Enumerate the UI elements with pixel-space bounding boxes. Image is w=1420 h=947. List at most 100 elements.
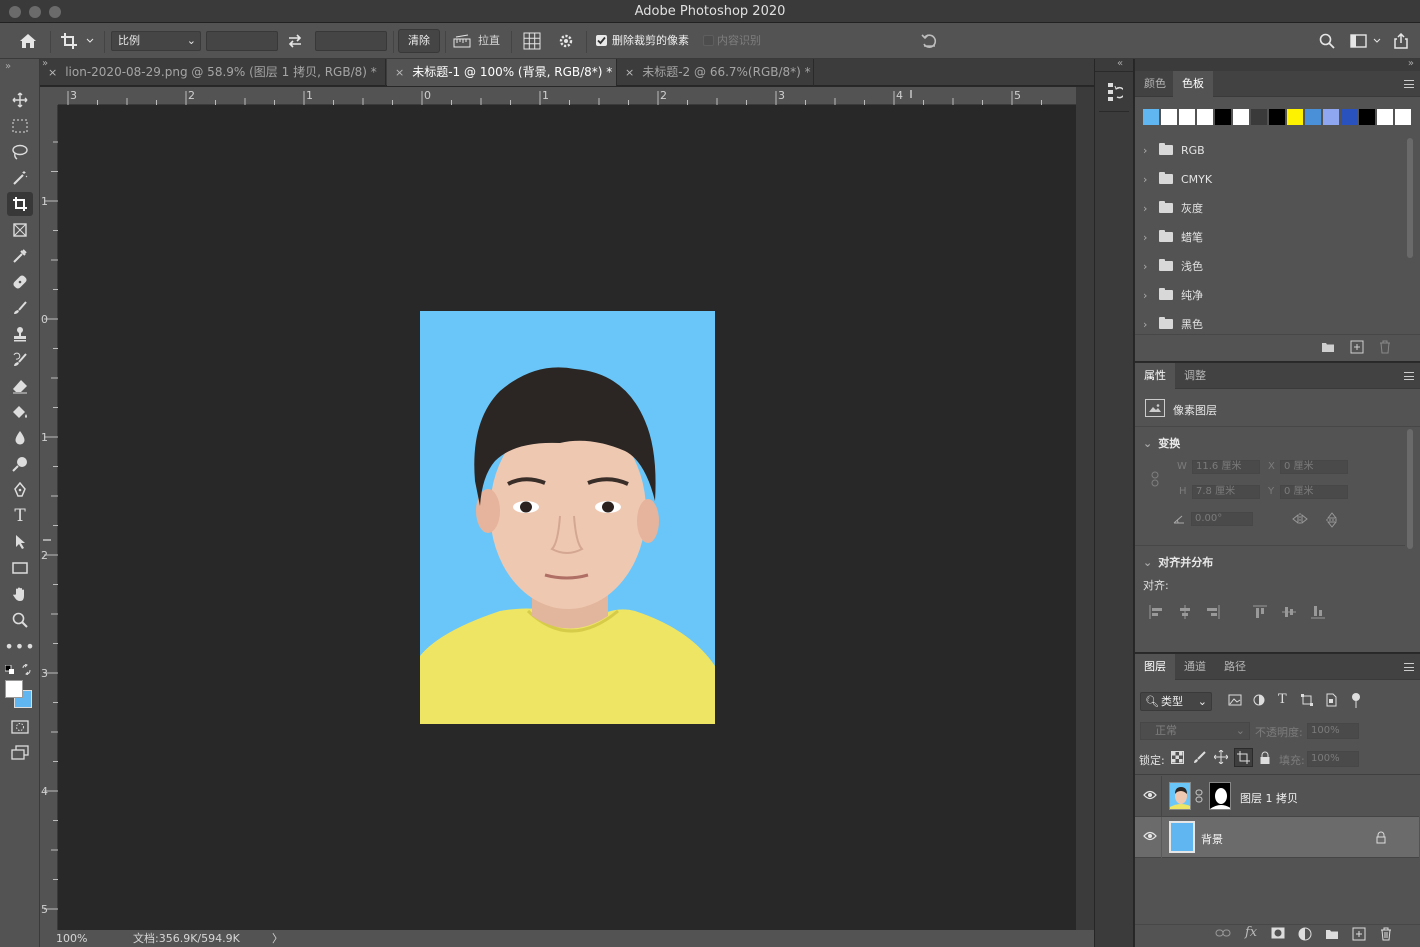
ruler-origin[interactable] — [40, 87, 58, 105]
panel-menu-icon[interactable] — [1404, 80, 1414, 88]
delete-cropped-checkbox[interactable] — [596, 35, 607, 46]
crop-tool-icon[interactable] — [7, 192, 33, 216]
align-vertical-center-icon[interactable] — [1282, 605, 1296, 622]
default-colors-icon[interactable] — [4, 664, 15, 678]
eraser-tool-icon[interactable] — [7, 374, 33, 398]
lock-position-icon[interactable] — [1213, 749, 1229, 767]
tab-paths[interactable]: 路径 — [1215, 654, 1255, 680]
layer-row-copy[interactable]: 图层 1 拷贝 — [1135, 776, 1419, 817]
tab-swatches[interactable]: 色板 — [1173, 71, 1213, 97]
align-left-icon[interactable] — [1149, 605, 1163, 622]
color-swatch[interactable] — [1359, 109, 1375, 125]
color-swatch[interactable] — [1269, 109, 1285, 125]
layer-name[interactable]: 图层 1 拷贝 — [1240, 790, 1298, 806]
tab-layers[interactable]: 图层 — [1135, 654, 1175, 680]
color-swatch[interactable] — [1179, 109, 1195, 125]
healing-brush-tool-icon[interactable] — [7, 270, 33, 294]
close-window-button[interactable] — [9, 6, 21, 18]
align-top-icon[interactable] — [1253, 605, 1267, 622]
content-aware-checkbox[interactable] — [703, 35, 714, 46]
workspace-icon[interactable] — [1346, 29, 1386, 53]
collapse-dock-icon[interactable]: « — [1117, 58, 1123, 69]
new-adjustment-layer-icon[interactable] — [1298, 927, 1312, 944]
filter-adjustment-icon[interactable] — [1253, 694, 1265, 709]
y-field[interactable]: 0 厘米 — [1280, 485, 1348, 499]
flip-horizontal-icon[interactable] — [1292, 513, 1308, 528]
search-icon[interactable] — [1316, 29, 1338, 53]
panel-menu-icon[interactable] — [1404, 372, 1414, 380]
angle-field[interactable]: 0.00° — [1191, 512, 1253, 526]
marquee-tool-icon[interactable] — [7, 114, 33, 138]
width-field[interactable]: 11.6 厘米 — [1192, 460, 1260, 474]
delete-layer-icon[interactable] — [1380, 927, 1392, 944]
vertical-ruler[interactable]: 1 0 1 2 3 4 5 — [40, 105, 58, 930]
status-menu-arrow-icon[interactable]: 〉 — [272, 930, 283, 947]
straighten-label[interactable]: 拉直 — [478, 33, 500, 49]
minimize-window-button[interactable] — [29, 6, 41, 18]
x-field[interactable]: 0 厘米 — [1280, 460, 1348, 474]
paint-bucket-tool-icon[interactable] — [7, 400, 33, 424]
color-swatch[interactable] — [1251, 109, 1267, 125]
magic-wand-tool-icon[interactable] — [7, 166, 33, 190]
tab-untitled-2[interactable]: × 未标题-2 @ 66.7%(RGB/8*) * — [617, 59, 814, 86]
new-group-icon[interactable] — [1325, 928, 1339, 943]
blur-tool-icon[interactable] — [7, 426, 33, 450]
blend-mode-select[interactable]: 正常 ⌄ — [1140, 722, 1250, 740]
layer-row-background[interactable]: 背景 — [1135, 817, 1419, 858]
link-layers-icon[interactable] — [1215, 928, 1231, 941]
eye-icon[interactable] — [1143, 790, 1157, 803]
fx-icon[interactable]: fx — [1245, 925, 1257, 940]
tab-untitled-1[interactable]: × 未标题-1 @ 100% (背景, RGB/8*) * — [387, 59, 617, 86]
trash-icon[interactable] — [1379, 340, 1391, 357]
dodge-tool-icon[interactable] — [7, 452, 33, 476]
crop-tool-preset-icon[interactable] — [58, 29, 96, 53]
filter-smart-object-icon[interactable] — [1325, 693, 1337, 710]
color-swatch[interactable] — [1341, 109, 1357, 125]
ratio-width-input[interactable] — [206, 31, 278, 51]
more-tools-icon[interactable]: ••• — [4, 634, 34, 658]
home-icon[interactable] — [14, 29, 42, 53]
layer-filter-select[interactable]: 🔍︎ 类型 ⌄ — [1140, 692, 1212, 711]
collapse-toolbar-icon[interactable]: » — [5, 61, 11, 72]
close-tab-icon[interactable]: × — [395, 66, 404, 79]
color-swatch[interactable] — [1143, 109, 1159, 125]
color-swatch[interactable] — [1377, 109, 1393, 125]
color-swatch[interactable] — [1323, 109, 1339, 125]
panel-menu-icon[interactable] — [1404, 663, 1414, 671]
quick-mask-icon[interactable] — [7, 715, 33, 739]
swatch-group-pure[interactable]: › 纯净 — [1143, 285, 1203, 305]
brush-tool-icon[interactable] — [7, 296, 33, 320]
color-swatch[interactable] — [1395, 109, 1411, 125]
swatch-group-grayscale[interactable]: › 灰度 — [1143, 198, 1203, 218]
tab-color[interactable]: 颜色 — [1135, 71, 1175, 97]
path-selection-tool-icon[interactable] — [7, 530, 33, 554]
horizontal-ruler[interactable]: 3 2 1 0 1 2 3 4 5 — [58, 87, 1076, 105]
swatch-group-rgb[interactable]: › RGB — [1143, 140, 1205, 160]
filter-shape-icon[interactable] — [1301, 694, 1313, 709]
screen-mode-icon[interactable] — [7, 741, 33, 765]
new-layer-icon[interactable] — [1352, 927, 1366, 944]
lock-artboard-icon[interactable] — [1234, 748, 1253, 767]
color-swatch[interactable] — [1197, 109, 1213, 125]
align-bottom-icon[interactable] — [1311, 605, 1325, 622]
pen-tool-icon[interactable] — [7, 478, 33, 502]
ratio-height-input[interactable] — [315, 31, 387, 51]
color-swatch[interactable] — [1215, 109, 1231, 125]
filter-type-icon[interactable]: T — [1278, 692, 1287, 707]
swatch-group-dark[interactable]: › 黑色 — [1143, 314, 1203, 334]
lasso-tool-icon[interactable] — [7, 140, 33, 164]
rectangle-tool-icon[interactable] — [7, 556, 33, 580]
eyedropper-tool-icon[interactable] — [7, 244, 33, 268]
new-group-folder-icon[interactable] — [1321, 341, 1335, 356]
fill-field[interactable]: 100% — [1307, 751, 1359, 767]
zoom-level[interactable]: 100% — [56, 930, 87, 947]
color-swatch[interactable] — [1161, 109, 1177, 125]
frame-tool-icon[interactable] — [7, 218, 33, 242]
type-tool-icon[interactable]: T — [7, 504, 33, 528]
tab-lion-document[interactable]: × lion-2020-08-29.png @ 58.9% (图层 1 拷贝, R… — [40, 59, 386, 86]
ratio-select[interactable]: 比例 ⌄ — [111, 31, 201, 51]
zoom-tool-icon[interactable] — [7, 608, 33, 632]
share-icon[interactable] — [1390, 29, 1412, 53]
transform-section-toggle[interactable]: ⌄ 变换 — [1143, 435, 1180, 451]
align-horizontal-center-icon[interactable] — [1178, 605, 1192, 622]
